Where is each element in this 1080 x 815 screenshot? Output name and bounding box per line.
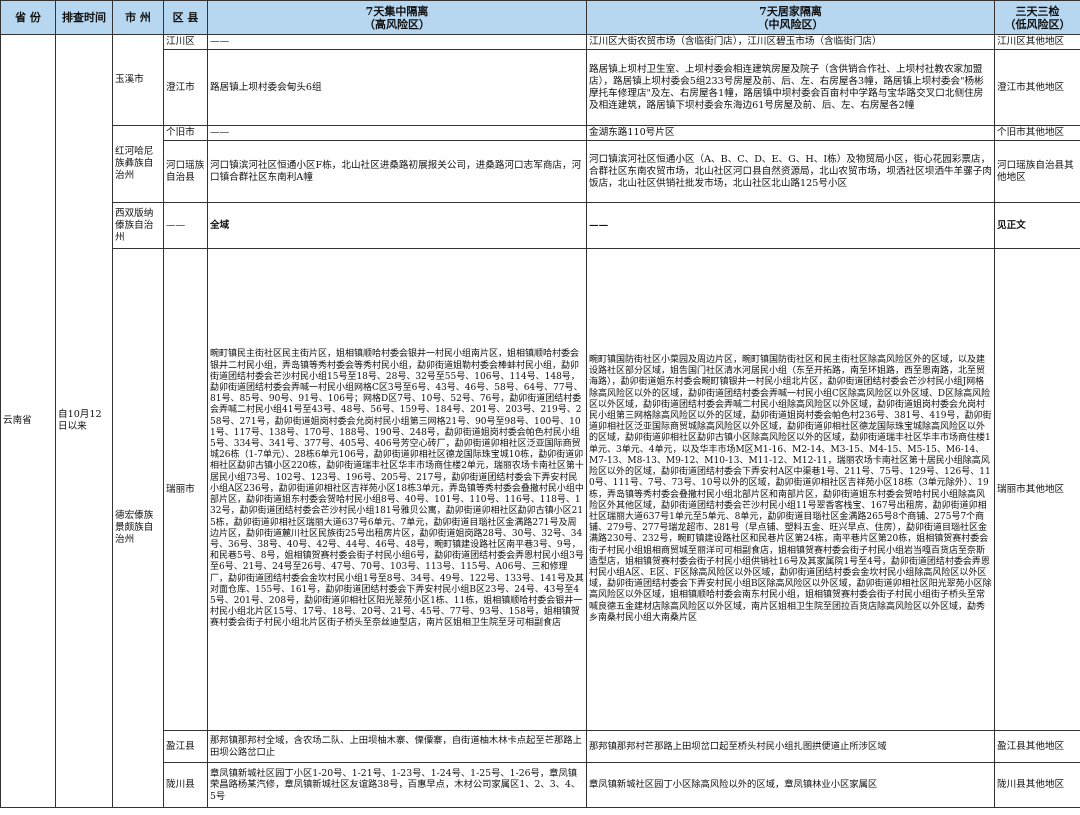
high-risk-cell: ——: [207, 34, 587, 50]
mid-risk-cell: 那邦镇那邦村芒那路上田坝岔口起至桥头村民小组扎图拱便道止所涉区域: [586, 730, 995, 763]
table-row: 德宏傣族景颇族自治州 瑞丽市 畹町镇民主街社区民主街片区，姐相镇顺哈村委会银井一…: [1, 248, 1080, 808]
mid-risk-cell: 畹町镇国防街社区小菜园及周边片区，畹町镇国防街社区和民主街社区除高风险区外的区域…: [586, 248, 995, 731]
header-high-risk-line1: 7天集中隔离: [365, 4, 429, 18]
risk-area-table: 省 份 排查时间 市 州 区 县 7天集中隔离 （高风险区） 7天居家隔离 （中风险…: [0, 0, 1080, 808]
mid-risk-cell: 河口镇滨河社区恒通小区（A、B、C、D、E、G、H、I栋）及物贸局小区，街心花园…: [586, 140, 995, 203]
district-cell: 盈江县: [163, 730, 208, 763]
low-risk-cell: 见正文: [994, 202, 1080, 249]
header-high-risk-line2: （高风险区）: [364, 17, 430, 31]
district-cell: 陇川县: [163, 762, 208, 808]
city-cell: 红河哈尼族彝族自治州: [112, 125, 164, 203]
high-risk-cell: ——: [207, 125, 587, 141]
header-high-risk: 7天集中隔离 （高风险区）: [207, 0, 587, 35]
header-low-risk: 三天三检 （低风险区）: [994, 0, 1080, 35]
high-risk-cell: 畹町镇民主街社区民主街片区，姐相镇顺哈村委会银井一村民小组南片区，姐相镇顺哈村委…: [207, 248, 587, 731]
low-risk-cell: 河口瑶族自治县其他地区: [994, 140, 1080, 203]
high-risk-cell: 路居镇上坝村委会甸头6组: [207, 49, 587, 126]
header-time: 排查时间: [55, 0, 113, 35]
mid-risk-cell: ——: [586, 202, 995, 249]
time-cell: 自10月12日以来: [55, 34, 113, 808]
header-mid-risk-line1: 7天居家隔离: [759, 4, 822, 18]
low-risk-cell: 瑞丽市其他地区: [994, 248, 1080, 731]
mid-risk-cell: 江川区大街农贸市场（含临街门店），江川区碧玉市场（含临街门店）: [586, 34, 995, 50]
mid-risk-cell: 路居镇上坝村卫生室、上坝村委会相连建筑房屋及院子（含供销合作社、上坝村社教农家加…: [586, 49, 995, 126]
district-cell: 河口瑶族自治县: [163, 140, 208, 203]
district-cell: 江川区: [163, 34, 208, 50]
district-cell: 瑞丽市: [163, 248, 208, 731]
low-risk-cell: 个旧市其他地区: [994, 125, 1080, 141]
city-cell: 玉溪市: [112, 34, 164, 126]
mid-risk-cell: 章凤镇新城社区园丁小区除高风险以外的区域，章凤镇林业小区家属区: [586, 762, 995, 808]
low-risk-cell: 盈江县其他地区: [994, 730, 1080, 763]
low-risk-cell: 澄江市其他地区: [994, 49, 1080, 126]
table-row: 西双版纳傣族自治州 —— 全域 —— 见正文: [1, 202, 1080, 249]
high-risk-cell: 河口镇滨河社区恒通小区F栋，北山社区进桑路初展报关公司，进桑路河口志军商店，河口…: [207, 140, 587, 203]
low-risk-cell: 江川区其他地区: [994, 34, 1080, 50]
province-cell: 云南省: [0, 34, 56, 808]
table-row: 红河哈尼族彝族自治州 个旧市 —— 金湖东路110号片区 个旧市其他地区: [1, 125, 1080, 203]
high-risk-cell: 那邦镇那邦村全域，含农场二队、上田坝柚木寨、傈僳寨，自街道柚木林卡点起至芒那路上…: [207, 730, 587, 763]
low-risk-cell: 陇川县其他地区: [994, 762, 1080, 808]
city-cell: 德宏傣族景颇族自治州: [112, 248, 164, 808]
mid-risk-cell: 金湖东路110号片区: [586, 125, 995, 141]
high-risk-cell: 章凤镇新城社区园丁小区1-20号、1-21号、1-23号、1-24号、1-25号…: [207, 762, 587, 808]
header-row: 省 份 排查时间 市 州 区 县 7天集中隔离 （高风险区） 7天居家隔离 （中风险…: [0, 0, 1080, 35]
header-low-risk-line2: （低风险区）: [1004, 17, 1071, 31]
header-province: 省 份: [0, 0, 56, 35]
district-cell: 个旧市: [163, 125, 208, 141]
header-district: 区 县: [163, 0, 208, 35]
district-cell: ——: [163, 202, 208, 249]
header-mid-risk-line2: （中风险区）: [757, 17, 824, 31]
header-mid-risk: 7天居家隔离 （中风险区）: [586, 0, 995, 35]
district-cell: 澄江市: [163, 49, 208, 126]
high-risk-cell: 全域: [207, 202, 587, 249]
header-low-risk-line1: 三天三检: [1015, 4, 1060, 18]
header-city: 市 州: [112, 0, 164, 35]
table-row: 云南省 自10月12日以来 玉溪市 江川区 —— 江川区大街农贸市场（含临街门店…: [0, 34, 1080, 808]
city-cell: 西双版纳傣族自治州: [112, 202, 164, 249]
